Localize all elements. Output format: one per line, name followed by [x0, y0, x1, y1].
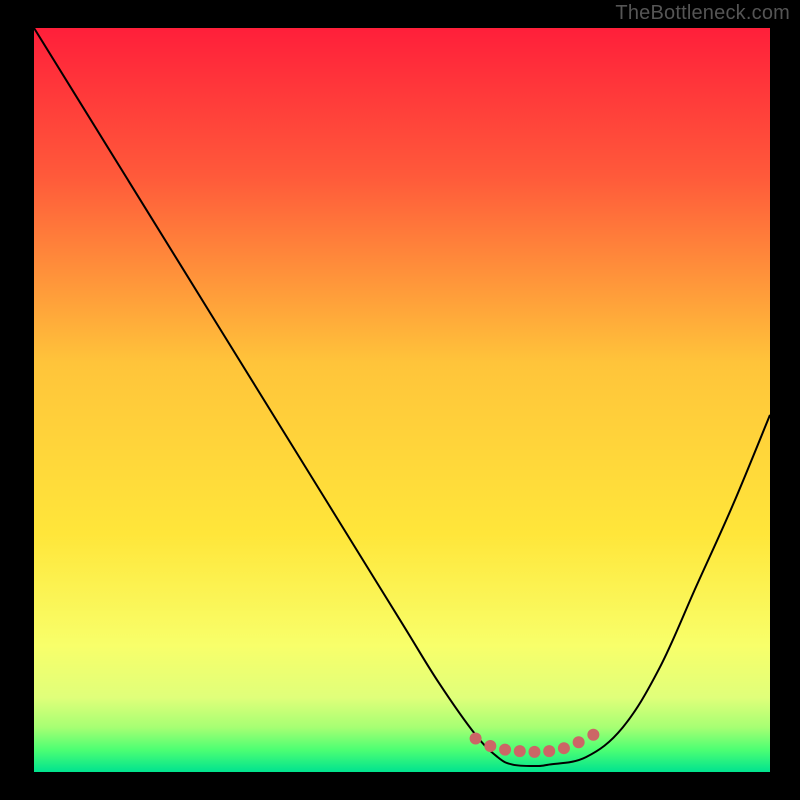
optimal-range-marker: [514, 745, 526, 757]
optimal-range-marker: [587, 729, 599, 741]
optimal-range-marker: [528, 746, 540, 758]
optimal-range-marker: [558, 742, 570, 754]
plot-area: [34, 28, 770, 772]
watermark-text: TheBottleneck.com: [615, 2, 790, 25]
optimal-range-marker: [573, 736, 585, 748]
chart-svg: [34, 28, 770, 772]
optimal-range-marker: [499, 744, 511, 756]
chart-background: [34, 28, 770, 772]
chart-frame: TheBottleneck.com: [0, 0, 800, 800]
optimal-range-marker: [543, 745, 555, 757]
optimal-range-marker: [484, 740, 496, 752]
optimal-range-marker: [470, 733, 482, 745]
